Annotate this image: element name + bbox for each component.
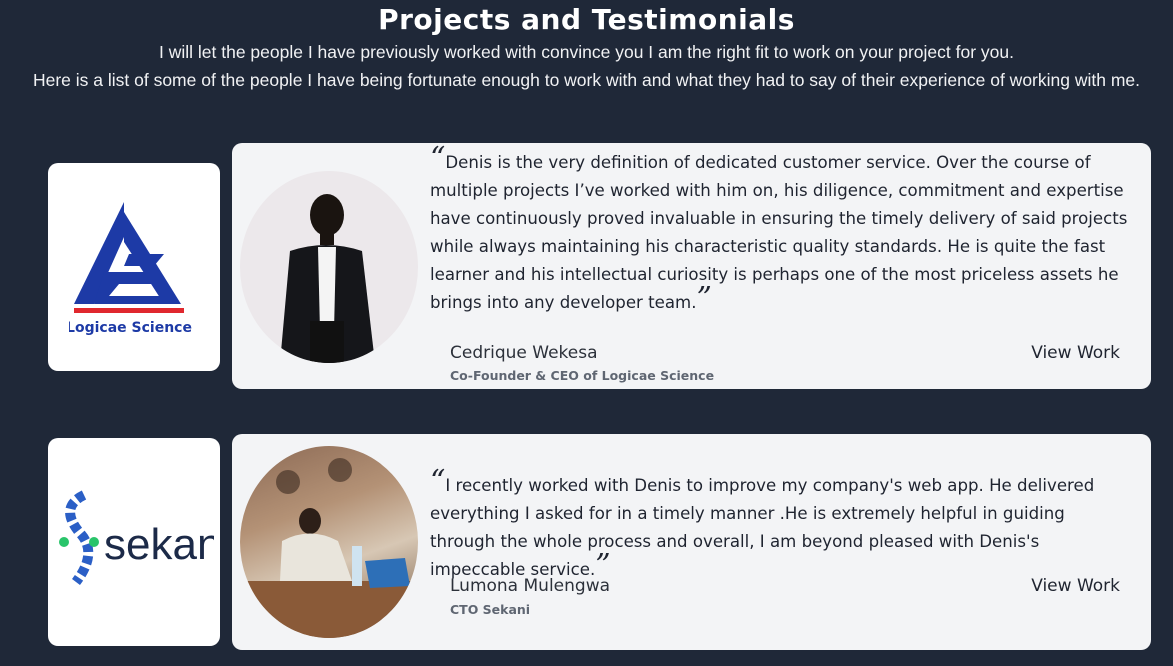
intro-line-2: Here is a list of some of the people I h… (32, 70, 1141, 90)
close-quote-icon: ” (696, 281, 712, 316)
testimonial-row: Logicae Science “Denis is the very defin… (0, 143, 1173, 391)
view-work-link[interactable]: View Work (1031, 343, 1120, 363)
avatar (240, 171, 418, 363)
testimonial-card: “I recently worked with Denis to improve… (232, 434, 1151, 650)
author-name: Lumona Mulengwa (450, 576, 611, 596)
svg-text:sekani: sekani (104, 520, 214, 569)
view-work-link[interactable]: View Work (1031, 576, 1120, 596)
author-name: Cedrique Wekesa (450, 343, 598, 363)
author-role: Co-Founder & CEO of Logicae Science (450, 368, 715, 383)
person-photo-icon (280, 194, 375, 363)
avatar (240, 446, 418, 638)
open-quote-icon: “ (430, 141, 446, 176)
intro-line-1: I will let the people I have previously … (159, 42, 1014, 62)
svg-text:Logicae Science: Logicae Science (69, 320, 192, 336)
testimonial-quote: “I recently worked with Denis to improve… (430, 464, 1095, 583)
logicae-logo-icon: Logicae Science (69, 202, 192, 336)
open-quote-icon: “ (430, 464, 446, 499)
page-title: Projects and Testimonials (378, 3, 795, 36)
person-photo-icon (240, 458, 418, 638)
page-header: Projects and Testimonials I will let the… (0, 0, 1173, 94)
company-logo-sekani: sekani (48, 438, 220, 646)
sekani-logo-icon: sekani (59, 490, 214, 586)
testimonial-card: “Denis is the very definition of dedicat… (232, 143, 1151, 389)
testimonial-row: sekani “I recently worked with Denis to … (0, 434, 1173, 650)
testimonial-quote: “Denis is the very definition of dedicat… (430, 141, 1128, 316)
company-logo-logicae: Logicae Science (48, 163, 220, 371)
author-role: CTO Sekani (450, 602, 531, 617)
